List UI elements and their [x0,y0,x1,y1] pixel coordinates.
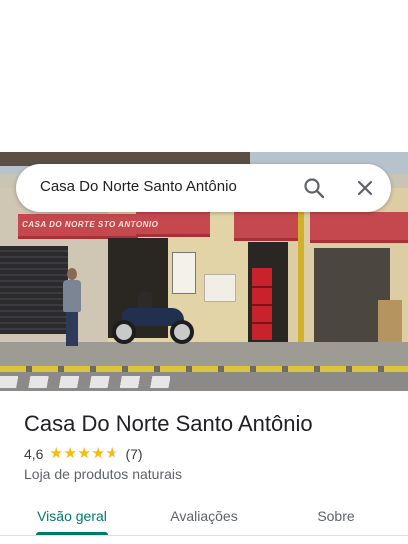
rating-value: 4,6 [24,446,44,462]
star-icon: ★ ★ [105,445,119,462]
close-icon[interactable] [355,178,375,198]
star-icon: ★ ★ [49,445,63,462]
photo-pillar [298,210,304,364]
photo-shutter [0,246,68,334]
search-input[interactable]: Casa Do Norte Santo Antônio [40,178,237,195]
awning-sign-text: CASA DO NORTE STO ANTONIO [22,220,159,229]
search-bar[interactable]: Casa Do Norte Santo Antônio [16,164,391,212]
rating-row[interactable]: 4,6 ★ ★ ★ ★ ★ ★ ★ ★ ★ ★ (7) [24,445,143,463]
photo-wooden-board [378,300,402,348]
photo-awning [234,212,298,241]
tab-overview[interactable]: Visão geral [24,496,120,536]
review-count[interactable]: (7) [125,446,142,462]
photo-notice-board [204,274,236,302]
place-tabs: Visão geral Avaliações Sobre [0,496,408,536]
rating-stars: ★ ★ ★ ★ ★ ★ ★ ★ ★ ★ [49,445,119,462]
search-icon[interactable] [303,177,325,199]
photo-awning [310,212,408,243]
star-icon: ★ ★ [91,445,105,462]
place-title: Casa Do Norte Santo Antônio [24,411,313,436]
photo-fridge-shelf [252,286,272,288]
tab-about[interactable]: Sobre [296,496,376,536]
photo-mailbox [172,252,196,294]
tab-reviews[interactable]: Avaliações [154,496,254,536]
photo-fridge-shelf [252,304,272,306]
photo-motorcycle [112,292,200,346]
tabs-divider [0,535,408,536]
star-icon: ★ ★ [77,445,91,462]
map-header-area [0,0,408,152]
star-icon: ★ ★ [63,445,77,462]
photo-person [62,268,82,350]
photo-fridge-shelf [252,322,272,324]
place-category: Loja de produtos naturais [24,466,182,482]
photo-crosswalk [0,376,170,388]
